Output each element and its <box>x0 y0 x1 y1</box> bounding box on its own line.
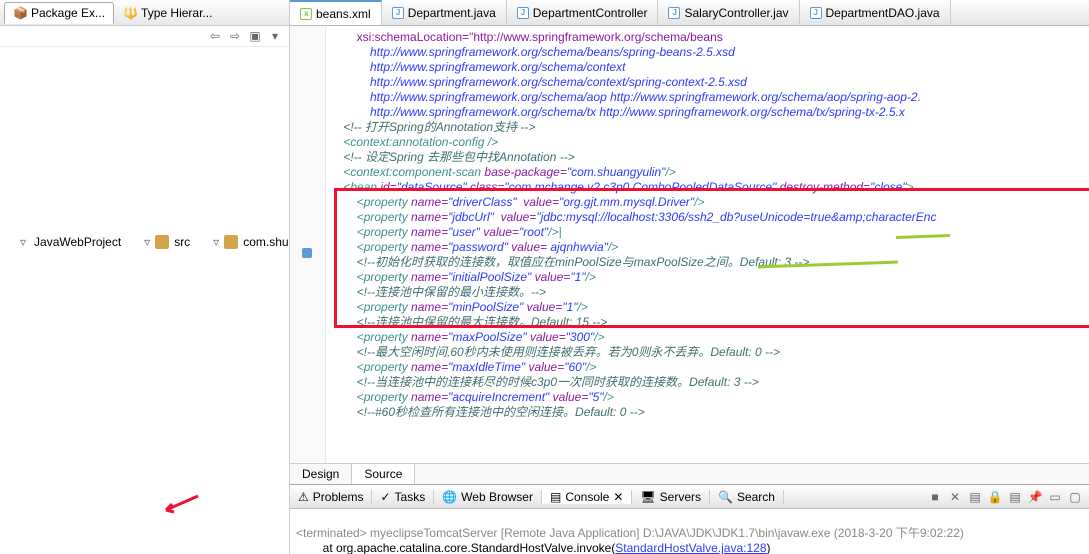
problems-icon: ⚠ <box>298 490 309 504</box>
bottom-tabs: ⚠Problems ✓Tasks 🌐Web Browser ▤Console ✕… <box>290 485 1089 509</box>
servers-icon: 🖥 <box>640 490 655 504</box>
change-marker <box>302 248 312 258</box>
right-panel: beans.xml Department.java DepartmentCont… <box>290 0 1089 554</box>
remove-icon[interactable]: ✕ <box>947 489 963 505</box>
menu-icon[interactable]: ▾ <box>267 28 283 44</box>
editor-tab[interactable]: DepartmentDAO.java <box>800 0 951 25</box>
open-console-icon[interactable]: ▤ <box>1007 489 1023 505</box>
editor-tab[interactable]: DepartmentController <box>507 0 659 25</box>
min-icon[interactable]: ▭ <box>1047 489 1063 505</box>
gutter <box>290 26 326 463</box>
pin-icon[interactable]: 📌 <box>1027 489 1043 505</box>
package-icon: 📦 <box>13 6 27 20</box>
stop-icon[interactable]: ■ <box>927 489 943 505</box>
editor-tab[interactable]: SalaryController.jav <box>658 0 799 25</box>
left-tabs: 📦Package Ex... 🔱Type Hierar... <box>0 0 289 26</box>
globe-icon: 🌐 <box>442 490 457 504</box>
editor-tab[interactable]: Department.java <box>382 0 507 25</box>
tab-package-explorer[interactable]: 📦Package Ex... <box>4 2 114 24</box>
editor-tab-beans[interactable]: beans.xml <box>290 0 382 25</box>
tree-src[interactable]: ▿src ▿com.shuangyulin ▿controller Depart… <box>142 51 289 433</box>
tab-source[interactable]: Source <box>352 464 415 484</box>
tab-search[interactable]: 🔍Search <box>710 490 784 504</box>
stack-link[interactable]: StandardHostValve.java:128 <box>615 541 766 554</box>
tasks-icon: ✓ <box>380 490 390 504</box>
bottom-panel: ⚠Problems ✓Tasks 🌐Web Browser ▤Console ✕… <box>290 484 1089 554</box>
back-icon[interactable]: ⇦ <box>207 28 223 44</box>
tab-console[interactable]: ▤Console ✕ <box>542 490 632 504</box>
collapse-icon[interactable]: ▣ <box>247 28 263 44</box>
explorer-toolbar: ⇦ ⇨ ▣ ▾ <box>0 26 289 47</box>
java-icon <box>392 7 404 19</box>
tree-project[interactable]: ▿JavaWebProject ▿src ▿com.shuangyulin ▿c… <box>20 51 289 433</box>
java-icon <box>668 7 680 19</box>
left-panel: 📦Package Ex... 🔱Type Hierar... ⇦ ⇨ ▣ ▾ ▿… <box>0 0 290 554</box>
max-icon[interactable]: ▢ <box>1067 489 1083 505</box>
tab-problems[interactable]: ⚠Problems <box>290 490 372 504</box>
clear-icon[interactable]: ▤ <box>967 489 983 505</box>
code-editor[interactable]: xsi:schemaLocation="http://www.springfra… <box>290 26 1089 463</box>
console-icon: ▤ <box>550 490 561 504</box>
scroll-lock-icon[interactable]: 🔒 <box>987 489 1003 505</box>
tab-tasks[interactable]: ✓Tasks <box>372 490 434 504</box>
tab-webbrowser[interactable]: 🌐Web Browser <box>434 490 542 504</box>
xml-icon <box>300 8 312 20</box>
editor-mode-tabs: Design Source <box>290 463 1089 484</box>
java-icon <box>810 7 822 19</box>
tab-design[interactable]: Design <box>290 464 352 484</box>
console-output[interactable]: <terminated> myeclipseTomcatServer [Remo… <box>290 509 1089 554</box>
hierarchy-icon: 🔱 <box>123 6 137 20</box>
java-icon <box>517 7 529 19</box>
tab-servers[interactable]: 🖥Servers <box>632 490 710 504</box>
project-tree[interactable]: ▿JavaWebProject ▿src ▿com.shuangyulin ▿c… <box>0 47 289 554</box>
tab-type-hierarchy[interactable]: 🔱Type Hierar... <box>114 2 221 24</box>
forward-icon[interactable]: ⇨ <box>227 28 243 44</box>
editor-tabs: beans.xml Department.java DepartmentCont… <box>290 0 1089 26</box>
tree-pkg[interactable]: ▿com.shuangyulin ▿controller DepartmentC… <box>211 51 289 433</box>
console-terminated-label: <terminated> myeclipseTomcatServer [Remo… <box>296 526 964 540</box>
search-icon: 🔍 <box>718 490 733 504</box>
